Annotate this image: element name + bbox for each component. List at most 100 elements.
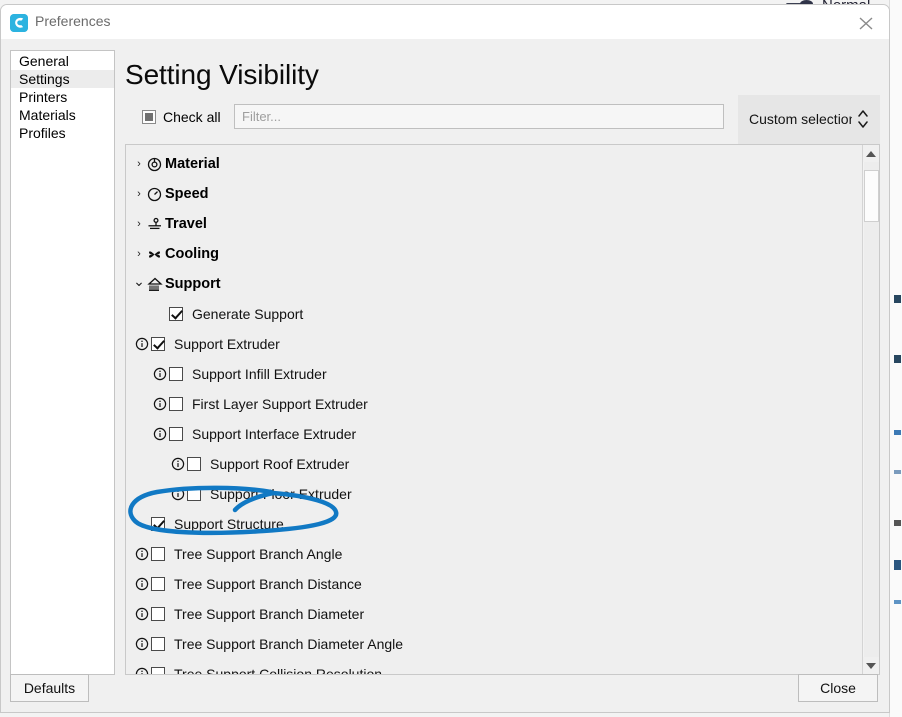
setting-label: Support Infill Extruder (192, 366, 327, 382)
updown-arrows-icon (856, 108, 870, 130)
defaults-button[interactable]: Defaults (10, 674, 89, 702)
scrollbar-thumb[interactable] (864, 170, 879, 222)
setting-label: Tree Support Branch Angle (174, 546, 343, 562)
travel-icon (145, 217, 164, 232)
tree-category-cooling: › Cooling (126, 239, 863, 269)
check-all-control[interactable]: Check all (142, 109, 221, 125)
tree-setting-row: Support Roof Extruder (126, 449, 863, 479)
setting-checkbox[interactable] (169, 367, 183, 381)
setting-label: Tree Support Branch Diameter (174, 606, 365, 622)
check-all-checkbox[interactable] (142, 110, 156, 124)
chevron-right-icon[interactable]: › (133, 218, 145, 230)
tree-setting-row: First Layer Support Extruder (126, 389, 863, 419)
tree-category-support: ⌄ Support (126, 269, 863, 299)
setting-checkbox[interactable] (187, 487, 201, 501)
tree-category-travel: › Travel (126, 209, 863, 239)
scroll-down-arrow-icon[interactable] (863, 657, 879, 674)
chevron-right-icon[interactable]: › (133, 188, 145, 200)
background-fleck (894, 600, 901, 604)
close-button[interactable]: Close (798, 674, 878, 702)
tree-setting-row: Tree Support Branch Diameter Angle (126, 629, 863, 659)
setting-checkbox[interactable] (151, 637, 165, 651)
info-icon[interactable] (133, 337, 151, 351)
nav-item-materials[interactable]: Materials (11, 106, 114, 124)
background-right-strip (889, 0, 902, 717)
info-icon[interactable] (133, 637, 151, 651)
setting-checkbox[interactable] (151, 547, 165, 561)
info-icon[interactable] (151, 367, 169, 381)
check-all-label: Check all (163, 109, 221, 125)
chevron-right-icon[interactable]: › (133, 158, 145, 170)
nav-item-settings[interactable]: Settings (11, 70, 114, 88)
info-icon[interactable] (169, 487, 187, 501)
setting-checkbox[interactable] (151, 667, 165, 674)
preferences-dialog: Preferences General Settings Printers Mater… (0, 4, 890, 713)
background-fleck (894, 520, 901, 526)
setting-checkbox[interactable] (169, 397, 183, 411)
setting-label: Support Interface Extruder (192, 426, 357, 442)
preferences-nav-list: General Settings Printers Materials Profiles (10, 50, 115, 675)
close-icon[interactable] (851, 11, 881, 35)
tree-setting-row: Support Infill Extruder (126, 359, 863, 389)
background-fleck (894, 470, 901, 474)
tree-scrollbar[interactable] (862, 145, 879, 674)
tree-category-label: Cooling (165, 246, 219, 262)
info-icon[interactable] (133, 607, 151, 621)
filter-row: Check all Custom selection (125, 95, 880, 144)
dialog-titlebar: Preferences (1, 5, 889, 39)
tree-category-label: Support (165, 276, 221, 292)
settings-visibility-panel: Setting Visibility Check all Custom sele… (125, 50, 880, 675)
nav-item-general[interactable]: General (11, 52, 114, 70)
tree-setting-row: Support Structure (126, 509, 863, 539)
tree-category-speed: › Speed (126, 179, 863, 209)
background-fleck (894, 295, 901, 303)
info-icon[interactable] (151, 397, 169, 411)
setting-label: First Layer Support Extruder (192, 396, 368, 412)
background-fleck (894, 560, 901, 570)
info-icon[interactable] (133, 577, 151, 591)
cooling-fan-icon (145, 247, 164, 262)
visibility-preset-dropdown[interactable]: Custom selection (738, 95, 880, 144)
info-icon[interactable] (151, 427, 169, 441)
tree-setting-row: Generate Support (126, 299, 863, 329)
material-spool-icon (145, 157, 164, 172)
setting-label: Support Floor Extruder (210, 486, 352, 502)
setting-checkbox[interactable] (151, 337, 165, 351)
tree-category-label: Travel (165, 216, 207, 232)
filter-input[interactable] (234, 104, 724, 129)
speed-gauge-icon (145, 187, 164, 202)
setting-visibility-tree: › Material › Speed › Travel › Cooling ⌄ Support Ge… (125, 144, 880, 675)
tree-category-material: › Material (126, 149, 863, 179)
support-icon (145, 277, 164, 292)
nav-item-profiles[interactable]: Profiles (11, 124, 114, 142)
info-icon[interactable] (133, 547, 151, 561)
setting-label: Tree Support Collision Resolution (174, 666, 383, 675)
chevron-down-icon[interactable]: ⌄ (133, 273, 145, 290)
setting-checkbox[interactable] (151, 577, 165, 591)
chevron-right-icon[interactable]: › (133, 248, 145, 260)
tree-setting-row: Tree Support Branch Diameter (126, 599, 863, 629)
info-icon[interactable] (133, 667, 151, 674)
setting-label: Support Extruder (174, 336, 280, 352)
info-icon[interactable] (169, 457, 187, 471)
setting-label: Generate Support (192, 306, 304, 322)
setting-checkbox[interactable] (169, 427, 183, 441)
tree-category-label: Speed (165, 186, 209, 202)
tree-setting-row: Support Interface Extruder (126, 419, 863, 449)
setting-label: Support Structure (174, 516, 284, 532)
setting-label: Tree Support Branch Diameter Angle (174, 636, 404, 652)
setting-label: Tree Support Branch Distance (174, 576, 362, 592)
nav-item-printers[interactable]: Printers (11, 88, 114, 106)
tree-setting-row: Tree Support Collision Resolution (126, 659, 863, 675)
tree-setting-row: Support Extruder (126, 329, 863, 359)
setting-checkbox[interactable] (151, 517, 165, 531)
tree-category-label: Material (165, 156, 220, 172)
scrollbar-track[interactable] (864, 162, 879, 657)
setting-checkbox[interactable] (151, 607, 165, 621)
scroll-up-arrow-icon[interactable] (863, 145, 879, 162)
tree-setting-row: Support Floor Extruder (126, 479, 863, 509)
setting-checkbox[interactable] (187, 457, 201, 471)
setting-checkbox[interactable] (169, 307, 183, 321)
tree-row-container: › Material › Speed › Travel › Cooling ⌄ Support Ge… (126, 145, 863, 674)
cura-logo-icon (10, 14, 28, 32)
